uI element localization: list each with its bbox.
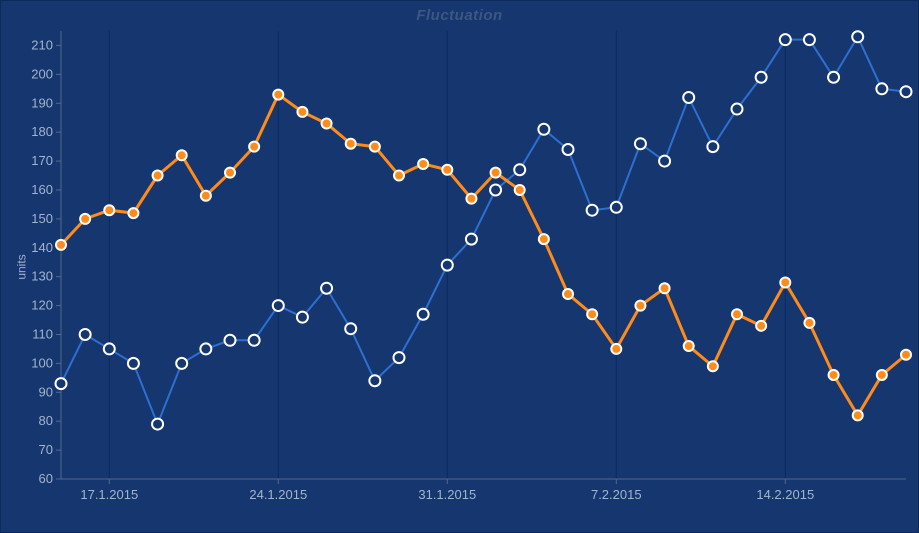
data-point — [683, 92, 694, 103]
data-point — [853, 410, 863, 420]
svg-text:14.2.2015: 14.2.2015 — [756, 487, 814, 502]
data-point — [780, 277, 790, 287]
data-point — [587, 205, 598, 216]
data-point — [418, 159, 428, 169]
data-point — [659, 156, 670, 167]
svg-text:120: 120 — [31, 298, 53, 313]
data-point — [80, 329, 91, 340]
svg-text:150: 150 — [31, 211, 53, 226]
data-point — [369, 375, 380, 386]
svg-text:190: 190 — [31, 95, 53, 110]
data-point — [153, 171, 163, 181]
data-point — [297, 312, 308, 323]
data-point — [56, 240, 66, 250]
data-point — [346, 139, 356, 149]
data-point — [345, 323, 356, 334]
data-point — [370, 142, 380, 152]
svg-text:180: 180 — [31, 124, 53, 139]
data-point — [804, 34, 815, 45]
data-point — [104, 205, 114, 215]
data-point — [515, 185, 525, 195]
data-point — [756, 72, 767, 83]
data-point — [80, 214, 90, 224]
data-point — [152, 419, 163, 430]
data-point — [828, 72, 839, 83]
data-point — [660, 283, 670, 293]
data-point — [901, 86, 912, 97]
data-point — [490, 184, 501, 195]
data-point — [322, 118, 332, 128]
data-point — [418, 309, 429, 320]
svg-text:170: 170 — [31, 153, 53, 168]
data-point — [297, 107, 307, 117]
data-point — [732, 309, 742, 319]
data-point — [273, 300, 284, 311]
svg-text:80: 80 — [39, 413, 53, 428]
data-point — [249, 142, 259, 152]
chart-plot: 60 70 80 90 100 110 120 130 140 150 160 170 180 190 20… — [1, 1, 919, 533]
data-point — [852, 31, 863, 42]
data-point — [249, 335, 260, 346]
svg-text:110: 110 — [32, 326, 53, 341]
data-point — [225, 335, 236, 346]
data-point — [539, 234, 549, 244]
data-point — [635, 301, 645, 311]
data-point — [901, 350, 911, 360]
data-point — [684, 341, 694, 351]
data-point — [394, 171, 404, 181]
data-point — [466, 234, 477, 245]
svg-text:17.1.2015: 17.1.2015 — [80, 487, 138, 502]
data-point — [56, 378, 67, 389]
data-point — [225, 168, 235, 178]
y-axis-label: units — [15, 254, 29, 279]
data-point — [563, 289, 573, 299]
svg-text:210: 210 — [31, 37, 53, 52]
data-point — [587, 309, 597, 319]
data-point — [707, 141, 718, 152]
data-point — [200, 343, 211, 354]
data-point — [442, 260, 453, 271]
data-point — [321, 283, 332, 294]
data-point — [804, 318, 814, 328]
svg-text:200: 200 — [31, 66, 53, 81]
data-point — [635, 138, 646, 149]
svg-text:31.1.2015: 31.1.2015 — [418, 487, 476, 502]
data-point — [394, 352, 405, 363]
svg-text:130: 130 — [31, 269, 53, 284]
svg-text:24.1.2015: 24.1.2015 — [249, 487, 307, 502]
data-point — [273, 90, 283, 100]
svg-text:140: 140 — [31, 240, 53, 255]
data-point — [877, 370, 887, 380]
data-point — [491, 168, 501, 178]
data-point — [563, 144, 574, 155]
data-point — [201, 191, 211, 201]
data-point — [876, 83, 887, 94]
data-point — [708, 361, 718, 371]
svg-text:70: 70 — [39, 442, 53, 457]
chart-container: Fluctuation units 60 70 80 90 100 110 120 130 14… — [0, 0, 919, 533]
data-point — [611, 344, 621, 354]
svg-text:90: 90 — [39, 384, 53, 399]
chart-title: Fluctuation — [1, 7, 918, 24]
data-point — [177, 150, 187, 160]
svg-text:60: 60 — [39, 471, 53, 486]
data-point — [829, 370, 839, 380]
svg-text:160: 160 — [31, 182, 53, 197]
data-point — [538, 124, 549, 135]
data-point — [442, 165, 452, 175]
data-point — [176, 358, 187, 369]
data-point — [732, 104, 743, 115]
data-point — [128, 358, 139, 369]
data-point — [611, 202, 622, 213]
data-point — [514, 164, 525, 175]
data-point — [756, 321, 766, 331]
data-point — [104, 343, 115, 354]
data-point — [780, 34, 791, 45]
svg-text:100: 100 — [31, 355, 53, 370]
data-point — [466, 194, 476, 204]
data-point — [128, 208, 138, 218]
svg-text:7.2.2015: 7.2.2015 — [591, 487, 642, 502]
